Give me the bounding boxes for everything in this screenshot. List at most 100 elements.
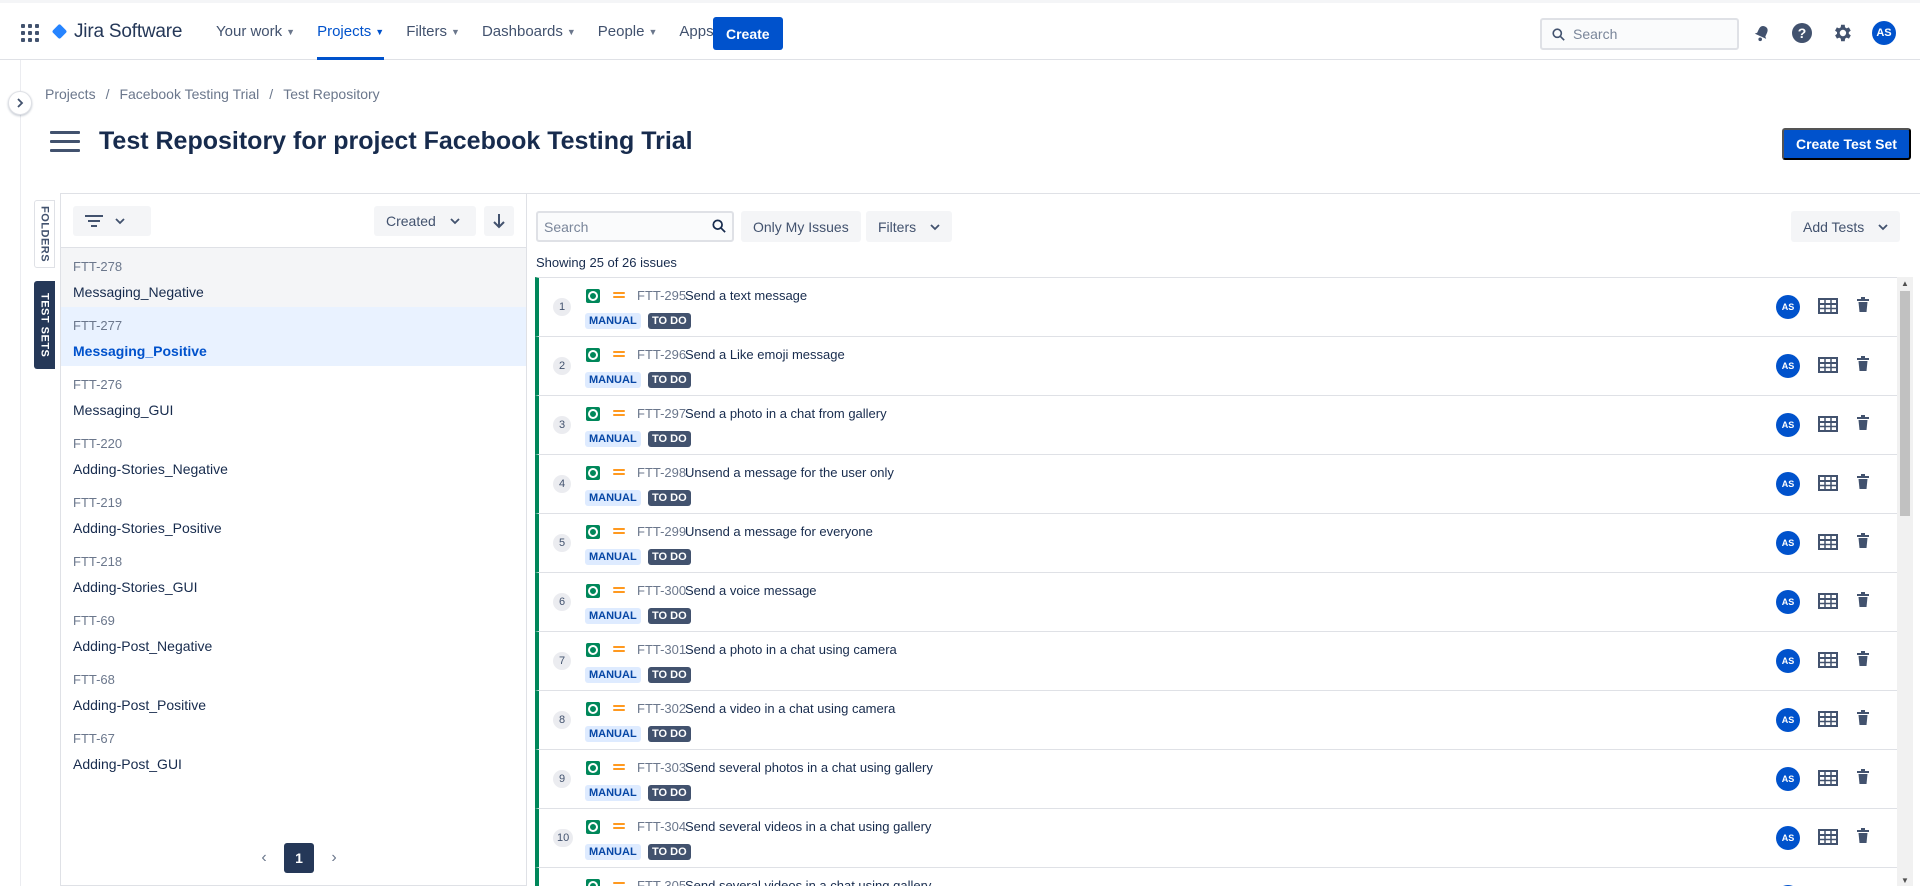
nav-filters[interactable]: Filters ▼ (406, 3, 460, 60)
create-button[interactable]: Create (713, 17, 783, 50)
create-test-set-button[interactable]: Create Test Set (1782, 128, 1911, 160)
trash-icon[interactable] (1856, 474, 1870, 490)
issue-summary[interactable]: Send a text message (685, 288, 807, 303)
issue-summary[interactable]: Send a video in a chat using camera (685, 701, 895, 716)
test-row[interactable]: 4 FTT-298 Unsend a message for the user on… (535, 454, 1904, 513)
test-row[interactable]: 7 FTT-301 Send a photo in a chat using cam… (535, 631, 1904, 690)
test-set-item[interactable]: FTT-69 Adding-Post_Negative (61, 602, 526, 661)
only-my-issues-button[interactable]: Only My Issues (741, 211, 861, 242)
tab-folders[interactable]: FOLDERS (34, 200, 55, 268)
tests-search[interactable] (536, 211, 734, 242)
jira-logo[interactable]: Jira Software (52, 21, 182, 43)
trash-icon[interactable] (1856, 651, 1870, 667)
assignee-avatar[interactable]: AS (1776, 826, 1800, 850)
table-icon[interactable] (1818, 534, 1838, 550)
assignee-avatar[interactable]: AS (1776, 708, 1800, 732)
page-button[interactable]: 1 (284, 843, 314, 873)
issue-key[interactable]: FTT-304 (637, 819, 686, 834)
test-row[interactable]: 10 FTT-304 Send several videos in a chat u… (535, 808, 1904, 867)
table-icon[interactable] (1818, 475, 1838, 491)
nav-people[interactable]: People ▼ (598, 3, 658, 60)
prev-page-icon[interactable]: ‹ (256, 849, 272, 867)
issue-key[interactable]: FTT-296 (637, 347, 686, 362)
nav-projects[interactable]: Projects ▼ (317, 3, 385, 60)
expand-sidebar-button[interactable] (8, 91, 32, 115)
gear-icon[interactable] (1830, 21, 1854, 45)
assignee-avatar[interactable]: AS (1776, 649, 1800, 673)
nav-your-work[interactable]: Your work ▼ (216, 3, 295, 60)
menu-icon[interactable] (50, 131, 80, 153)
app-switcher-icon[interactable] (21, 24, 39, 42)
trash-icon[interactable] (1856, 297, 1870, 313)
assignee-avatar[interactable]: AS (1776, 767, 1800, 791)
test-set-item[interactable]: FTT-219 Adding-Stories_Positive (61, 484, 526, 543)
test-set-item[interactable]: FTT-277 Messaging_Positive (61, 307, 526, 366)
test-set-item[interactable]: FTT-67 Adding-Post_GUI (61, 720, 526, 779)
test-row[interactable]: 8 FTT-302 Send a video in a chat using cam… (535, 690, 1904, 749)
issue-summary[interactable]: Send several photos in a chat using gall… (685, 760, 933, 775)
breadcrumb-current[interactable]: Test Repository (283, 86, 379, 102)
breadcrumb-project[interactable]: Facebook Testing Trial (119, 86, 259, 102)
table-icon[interactable] (1818, 357, 1838, 373)
next-page-icon[interactable]: › (326, 849, 342, 867)
assignee-avatar[interactable]: AS (1776, 472, 1800, 496)
scroll-down-icon[interactable]: ▼ (1901, 876, 1909, 885)
test-row[interactable]: 5 FTT-299 Unsend a message for everyone MAN… (535, 513, 1904, 572)
search-icon[interactable] (712, 219, 726, 233)
assignee-avatar[interactable]: AS (1776, 413, 1800, 437)
test-set-item[interactable]: FTT-218 Adding-Stories_GUI (61, 543, 526, 602)
table-icon[interactable] (1818, 829, 1838, 845)
issue-summary[interactable]: Unsend a message for the user only (685, 465, 894, 480)
test-set-item[interactable]: FTT-278 Messaging_Negative (61, 248, 526, 307)
test-row[interactable]: 3 FTT-297 Send a photo in a chat from gall… (535, 395, 1904, 454)
table-icon[interactable] (1818, 652, 1838, 668)
issue-summary[interactable]: Send a photo in a chat using camera (685, 642, 897, 657)
search-input[interactable] (1573, 26, 1723, 42)
user-avatar[interactable]: AS (1872, 21, 1896, 45)
trash-icon[interactable] (1856, 592, 1870, 608)
issue-key[interactable]: FTT-300 (637, 583, 686, 598)
test-row[interactable]: 11FTT-305Send several videos in a chat u… (535, 867, 1904, 886)
assignee-avatar[interactable]: AS (1776, 590, 1800, 614)
issue-summary[interactable]: Send several videos in a chat using gall… (685, 819, 931, 834)
trash-icon[interactable] (1856, 356, 1870, 372)
issue-key[interactable]: FTT-298 (637, 465, 686, 480)
table-icon[interactable] (1818, 593, 1838, 609)
issue-key[interactable]: FTT-302 (637, 701, 686, 716)
scroll-thumb[interactable] (1900, 291, 1910, 516)
help-icon[interactable]: ? (1790, 21, 1814, 45)
global-search[interactable] (1540, 18, 1739, 50)
table-icon[interactable] (1818, 416, 1838, 432)
table-icon[interactable] (1818, 711, 1838, 727)
bell-icon[interactable] (1750, 21, 1774, 45)
nav-dashboards[interactable]: Dashboards ▼ (482, 3, 576, 60)
issue-summary[interactable]: Send a photo in a chat from gallery (685, 406, 887, 421)
trash-icon[interactable] (1856, 415, 1870, 431)
add-tests-dropdown[interactable]: Add Tests (1791, 211, 1901, 242)
issue-summary[interactable]: Send several videos in a chat using gall… (685, 878, 931, 886)
trash-icon[interactable] (1856, 533, 1870, 549)
trash-icon[interactable] (1856, 828, 1870, 844)
assignee-avatar[interactable]: AS (1776, 295, 1800, 319)
assignee-avatar[interactable]: AS (1776, 354, 1800, 378)
issue-summary[interactable]: Send a voice message (685, 583, 817, 598)
test-set-item[interactable]: FTT-276 Messaging_GUI (61, 366, 526, 425)
issue-key[interactable]: FTT-303 (637, 760, 686, 775)
issue-summary[interactable]: Send a Like emoji message (685, 347, 845, 362)
tab-test-sets[interactable]: TEST SETS (34, 281, 55, 369)
assignee-avatar[interactable]: AS (1776, 531, 1800, 555)
test-list-scrollbar[interactable]: ▲ ▼ (1897, 277, 1913, 886)
sort-direction-button[interactable] (484, 206, 514, 236)
scroll-up-icon[interactable]: ▲ (1901, 279, 1909, 288)
issue-summary[interactable]: Unsend a message for everyone (685, 524, 873, 539)
test-set-item[interactable]: FTT-68 Adding-Post_Positive (61, 661, 526, 720)
test-row[interactable]: 9 FTT-303 Send several photos in a chat us… (535, 749, 1904, 808)
test-row[interactable]: 6 FTT-300 Send a voice message MANUAL TO DO A… (535, 572, 1904, 631)
test-row[interactable]: 2 FTT-296 Send a Like emoji message MANUAL T… (535, 336, 1904, 395)
table-icon[interactable] (1818, 770, 1838, 786)
table-icon[interactable] (1818, 298, 1838, 314)
breadcrumb-projects[interactable]: Projects (45, 86, 96, 102)
issue-key[interactable]: FTT-301 (637, 642, 686, 657)
issue-key[interactable]: FTT-305 (637, 878, 686, 886)
trash-icon[interactable] (1856, 769, 1870, 785)
